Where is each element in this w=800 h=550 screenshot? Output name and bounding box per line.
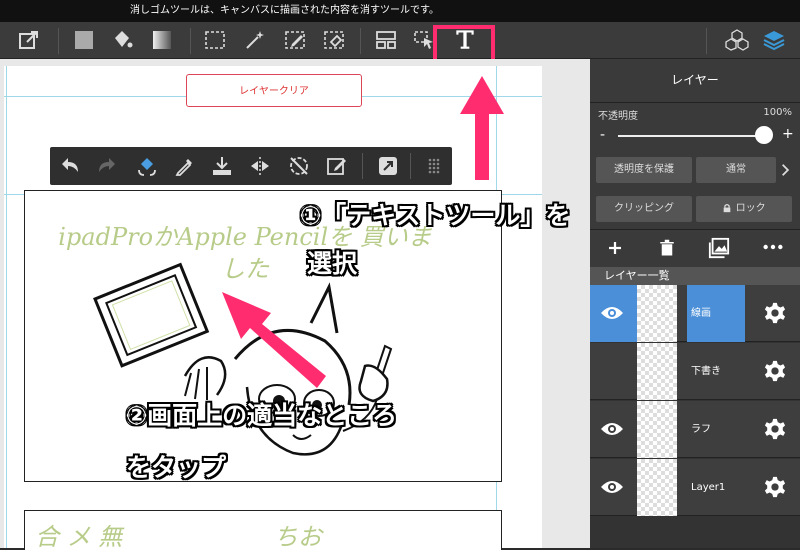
- layer-panel: レイヤー 不透明度 100% - + 透明度を保護 通常 クリッピング ロック …: [590, 59, 800, 548]
- layer-row-layer1[interactable]: Layer1: [590, 459, 800, 516]
- select-pen-icon[interactable]: [283, 28, 307, 52]
- layer-name: 線画: [691, 308, 711, 319]
- clipping-button[interactable]: クリッピング: [596, 196, 692, 222]
- materials-icon[interactable]: [725, 28, 749, 52]
- lock-icon: [724, 204, 731, 213]
- delete-layer-icon[interactable]: [658, 238, 676, 258]
- layers-icon[interactable]: [762, 28, 786, 52]
- line-art-drawing: [93, 262, 393, 456]
- add-layer-icon[interactable]: [606, 239, 624, 257]
- more-icon[interactable]: [762, 241, 784, 253]
- undo-icon[interactable]: [58, 154, 82, 178]
- opacity-slider[interactable]: [618, 135, 766, 137]
- layer-thumbnail: [637, 285, 677, 342]
- layer-row-draft[interactable]: 下書き: [590, 343, 800, 400]
- layer-settings-gear-icon[interactable]: [764, 476, 786, 498]
- comic-panel-1: ipadProかApple Pencilを 買いました: [24, 190, 502, 482]
- rotate-reset-icon[interactable]: [287, 154, 311, 178]
- opacity-plus[interactable]: +: [782, 126, 794, 142]
- eyedropper-icon[interactable]: [173, 154, 197, 178]
- tool-hint-text: 消しゴムツールは、キャンバスに描画された内容を消すツールです。: [0, 0, 800, 22]
- opacity-slider-knob[interactable]: [755, 126, 773, 144]
- fill-color-icon[interactable]: [72, 28, 96, 52]
- layer-row-rough[interactable]: ラフ: [590, 401, 800, 458]
- layer-settings-gear-icon[interactable]: [764, 418, 786, 440]
- grid-handle-icon[interactable]: [422, 154, 446, 178]
- external-icon[interactable]: [376, 154, 400, 178]
- flip-icon[interactable]: [248, 154, 272, 178]
- layer-name: 下書き: [691, 366, 721, 377]
- lock-label: ロック: [735, 203, 766, 214]
- opacity-minus[interactable]: -: [600, 127, 605, 143]
- step1-annotation-line1: ①「テキストツール」を: [300, 201, 571, 230]
- image-layer-icon[interactable]: [708, 237, 730, 259]
- main-toolbar: [0, 22, 800, 85]
- layer-name: ラフ: [691, 424, 711, 435]
- transform-icon[interactable]: [135, 154, 159, 178]
- export-icon[interactable]: [17, 28, 41, 52]
- chevron-right-icon[interactable]: [778, 163, 792, 177]
- opacity-value: 100%: [763, 107, 792, 118]
- layer-thumbnail: [637, 401, 677, 458]
- layer-name: Layer1: [691, 482, 726, 493]
- layer-list-header: レイヤー一覧: [590, 267, 800, 285]
- protect-alpha-button[interactable]: 透明度を保護: [596, 157, 692, 183]
- comic-panel-2: 合 メ 無 ちお: [24, 510, 502, 550]
- step1-annotation-line2: 選択: [307, 249, 358, 278]
- layer-panel-title: レイヤー: [671, 73, 719, 87]
- bucket-icon[interactable]: [110, 28, 134, 52]
- opacity-label: 不透明度: [598, 111, 638, 122]
- layer-clear-button[interactable]: レイヤークリア: [186, 74, 362, 107]
- marquee-select-icon[interactable]: [203, 28, 227, 52]
- layer-settings-gear-icon[interactable]: [764, 302, 786, 324]
- layer-thumbnail: [637, 459, 677, 516]
- step2-annotation-line1: ②画面上の適当なところ: [126, 401, 398, 430]
- magic-wand-icon[interactable]: [243, 28, 267, 52]
- lock-button[interactable]: ロック: [696, 196, 792, 222]
- eye-icon[interactable]: [600, 421, 624, 437]
- rough-sketch-text-2: 合 メ 無 ちお: [35, 523, 322, 550]
- eye-icon[interactable]: [600, 479, 624, 495]
- blend-mode-select[interactable]: 通常: [696, 157, 776, 183]
- layer-list: 線画 下書き ラフ Layer1: [590, 285, 800, 548]
- layer-list-header-label: レイヤー一覧: [604, 269, 670, 282]
- layer-settings-gear-icon[interactable]: [764, 360, 786, 382]
- text-tool-icon[interactable]: [452, 26, 478, 52]
- layer-row-lineart[interactable]: 線画: [590, 285, 800, 342]
- eye-icon[interactable]: [600, 305, 624, 321]
- select-eraser-icon[interactable]: [322, 28, 346, 52]
- redo-icon[interactable]: [95, 154, 119, 178]
- edit-icon[interactable]: [325, 154, 349, 178]
- step2-annotation-line2: をタップ: [126, 453, 227, 482]
- layout-icon[interactable]: [374, 28, 398, 52]
- floating-toolbar: [50, 147, 452, 185]
- layer-thumbnail: [637, 343, 677, 400]
- save-icon[interactable]: [210, 154, 234, 178]
- gradient-icon[interactable]: [150, 28, 174, 52]
